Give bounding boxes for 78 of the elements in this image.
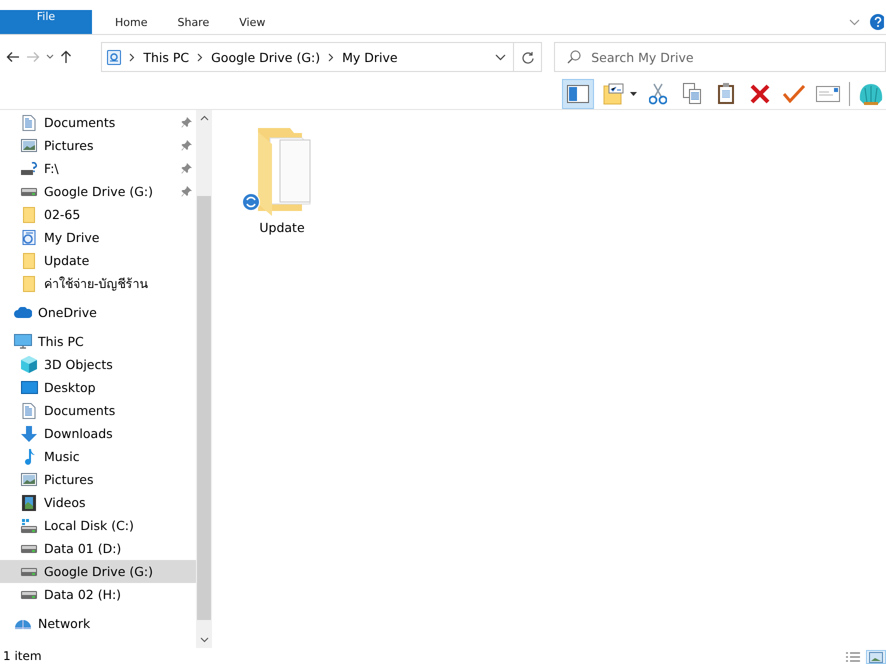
chevron-icon[interactable] <box>200 637 208 643</box>
help-icon[interactable] <box>870 14 884 30</box>
nav-item[interactable]: Pictures <box>0 468 196 491</box>
ribbon-tab[interactable]: File <box>0 10 92 34</box>
document-icon <box>22 114 36 130</box>
details-view-icon[interactable] <box>843 650 863 664</box>
pin-icon[interactable] <box>181 163 192 174</box>
drive-icon <box>21 544 37 552</box>
chevron-icon <box>129 52 136 62</box>
ribbon-tab[interactable]: Home <box>100 10 162 34</box>
nav-item[interactable]: Videos <box>0 491 196 514</box>
nav-item[interactable]: Desktop <box>0 376 196 399</box>
nav-item[interactable]: OneDrive <box>0 301 196 324</box>
refresh-icon <box>522 50 534 64</box>
pin-icon[interactable] <box>181 117 192 128</box>
chevron-icon <box>197 52 204 62</box>
picture-icon <box>21 473 37 486</box>
status-text: 1 item <box>3 649 42 663</box>
sync-folder-icon <box>22 230 36 245</box>
back-arrow-icon[interactable] <box>6 51 20 63</box>
cloud-icon <box>14 307 32 318</box>
breadcrumb[interactable]: This PC <box>143 50 190 64</box>
up-arrow-icon[interactable] <box>60 50 72 64</box>
nav-item[interactable]: Google Drive (G:) <box>0 180 196 203</box>
pin-icon[interactable] <box>181 186 192 197</box>
file-item[interactable]: Update <box>236 126 328 235</box>
drive-icon <box>21 518 37 532</box>
chevron-icon[interactable] <box>494 54 506 60</box>
chevron-icon[interactable] <box>46 54 54 60</box>
ribbon-tab[interactable]: Share <box>162 10 224 34</box>
search-icon <box>567 50 582 64</box>
nav-item[interactable]: Pictures <box>0 134 196 157</box>
drive-icon <box>21 188 37 196</box>
nav-item[interactable]: Music <box>0 445 196 468</box>
nav-item[interactable]: Google Drive (G:) <box>0 560 196 583</box>
document-icon <box>22 402 36 418</box>
folder-icon <box>23 206 35 222</box>
breadcrumb[interactable]: My Drive <box>342 50 398 64</box>
nav-item[interactable]: ค่าใช้จ่าย-บัญชีร้าน <box>0 272 196 295</box>
breadcrumb[interactable]: Google Drive (G:) <box>211 50 320 64</box>
nav-item[interactable]: Data 01 (D:) <box>0 537 196 560</box>
nav-item[interactable]: Documents <box>0 111 196 134</box>
nav-item[interactable]: Local Disk (C:) <box>0 514 196 537</box>
preview-pane-icon[interactable] <box>562 79 594 109</box>
nav-item[interactable]: Data 02 (H:) <box>0 583 196 606</box>
nav-item[interactable]: This PC <box>0 330 196 353</box>
nav-item[interactable]: 3D Objects <box>0 353 196 376</box>
drive-icon <box>21 590 37 598</box>
search-field[interactable]: Search My Drive <box>554 42 886 72</box>
address-bar[interactable]: This PC Google Drive (G:) My Drive <box>101 42 514 72</box>
picture-icon <box>21 139 37 152</box>
desktop-icon <box>20 381 38 394</box>
network-icon <box>14 618 32 628</box>
drive-location-icon <box>107 50 122 64</box>
caret-icon[interactable] <box>630 92 637 96</box>
nav-item[interactable]: 02-65 <box>0 203 196 226</box>
pin-icon[interactable] <box>181 140 192 151</box>
drive-icon <box>21 568 37 576</box>
nav-item[interactable]: Downloads <box>0 422 196 445</box>
chevron-icon[interactable] <box>200 115 208 121</box>
ribbon-tab[interactable]: View <box>224 10 280 34</box>
film-icon <box>22 494 36 510</box>
nav-item[interactable]: F:\ <box>0 157 196 180</box>
music-note-icon <box>23 448 35 464</box>
large-icons-view-icon[interactable] <box>866 650 886 664</box>
computer-icon <box>14 334 32 349</box>
nav-item[interactable]: My Drive <box>0 226 196 249</box>
chevron-icon <box>328 52 334 62</box>
nav-item[interactable]: Documents <box>0 399 196 422</box>
drive-icon <box>21 162 37 175</box>
nav-item[interactable]: Update <box>0 249 196 272</box>
folder-icon <box>23 252 35 268</box>
scrollbar[interactable] <box>196 110 212 648</box>
refresh-button[interactable] <box>513 42 542 72</box>
cube-icon <box>21 356 37 373</box>
nav-item[interactable]: Network <box>0 612 196 635</box>
folder-icon <box>23 276 35 292</box>
download-arrow-icon <box>21 426 37 442</box>
